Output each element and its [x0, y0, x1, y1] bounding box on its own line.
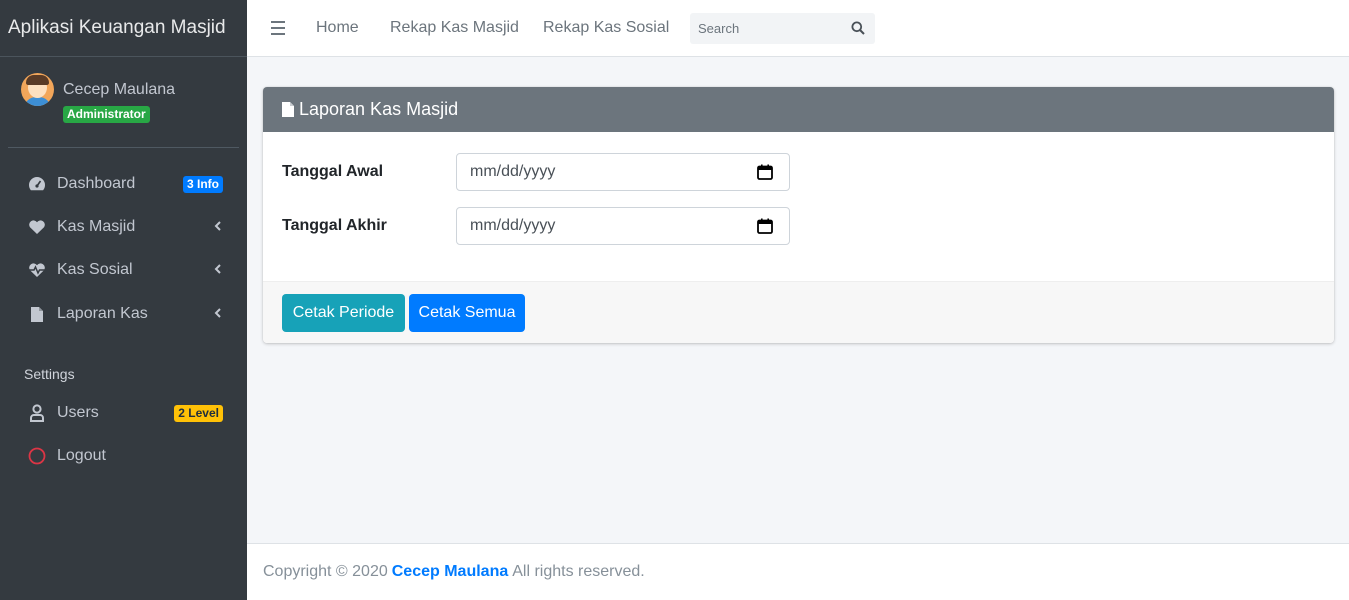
start-date-row: Tanggal Awal mm/dd/yyyy: [282, 153, 790, 191]
role-badge: Administrator: [63, 106, 150, 123]
nav-link-rekap-kas-masjid[interactable]: Rekap Kas Masjid: [390, 19, 519, 37]
card-header: Laporan Kas Masjid: [263, 87, 1334, 132]
sidebar-item-label: Logout: [57, 447, 106, 464]
level-badge: 2 Level: [174, 405, 223, 422]
author-link[interactable]: Cecep Maulana: [392, 563, 508, 581]
sidebar-item-logout[interactable]: Logout: [8, 436, 239, 476]
menu-toggle-icon[interactable]: [271, 21, 285, 39]
sidebar-item-label: Dashboard: [57, 175, 136, 192]
report-card: Laporan Kas Masjid Tanggal Awal mm/dd/yy…: [263, 87, 1334, 343]
sidebar-item-label: Users: [57, 404, 99, 421]
calendar-icon[interactable]: [757, 164, 773, 185]
card-title: Laporan Kas Masjid: [299, 99, 459, 119]
start-date-label: Tanggal Awal: [282, 163, 384, 180]
search-box: [690, 13, 875, 44]
end-date-row: Tanggal Akhir mm/dd/yyyy: [282, 207, 790, 245]
sidebar-item-laporan-kas[interactable]: Laporan Kas: [8, 294, 239, 334]
date-placeholder: mm/dd/yyyy: [470, 217, 556, 234]
search-icon[interactable]: [851, 21, 865, 40]
user-panel: Cecep Maulana Administrator: [8, 57, 239, 148]
user-icon: [25, 404, 49, 422]
sidebar-item-label: Kas Sosial: [57, 261, 133, 278]
sidebar-item-kas-sosial[interactable]: Kas Sosial: [8, 250, 239, 290]
page-footer: Copyright © 2020 Cecep Maulana All right…: [247, 543, 1349, 600]
sidebar-item-kas-masjid[interactable]: Kas Masjid: [8, 207, 239, 247]
search-input[interactable]: [690, 13, 840, 44]
chevron-left-icon: [214, 219, 222, 237]
print-all-button[interactable]: Cetak Semua: [409, 294, 525, 332]
dashboard-icon: [25, 175, 49, 193]
heartbeat-icon: [25, 261, 49, 279]
sidebar-item-users[interactable]: Users 2 Level: [8, 393, 239, 433]
chevron-left-icon: [214, 306, 222, 324]
sidebar-item-label: Kas Masjid: [57, 218, 136, 235]
end-date-label: Tanggal Akhir: [282, 217, 387, 234]
top-navbar: Home Rekap Kas Masjid Rekap Kas Sosial: [247, 0, 1349, 57]
date-placeholder: mm/dd/yyyy: [470, 163, 556, 180]
heart-icon: [25, 218, 49, 236]
start-date-input[interactable]: mm/dd/yyyy: [456, 153, 790, 191]
info-badge: 3 Info: [183, 176, 223, 193]
copyright-text: Copyright © 2020: [263, 563, 388, 580]
circle-icon: [25, 447, 49, 465]
chevron-left-icon: [214, 262, 222, 280]
avatar[interactable]: [21, 73, 54, 106]
nav-link-home[interactable]: Home: [316, 19, 359, 37]
sidebar: Aplikasi Keuangan Masjid Cecep Maulana A…: [0, 0, 247, 600]
user-name[interactable]: Cecep Maulana: [63, 81, 175, 99]
sidebar-item-dashboard[interactable]: Dashboard 3 Info: [8, 164, 239, 204]
card-footer: Cetak Periode Cetak Semua: [263, 281, 1334, 343]
calendar-icon[interactable]: [757, 218, 773, 239]
file-icon: [25, 305, 49, 323]
end-date-input[interactable]: mm/dd/yyyy: [456, 207, 790, 245]
rights-text: All rights reserved.: [512, 563, 645, 580]
file-icon: [281, 101, 295, 118]
nav-link-rekap-kas-sosial[interactable]: Rekap Kas Sosial: [543, 19, 669, 37]
sidebar-item-label: Laporan Kas: [57, 305, 148, 322]
brand-title[interactable]: Aplikasi Keuangan Masjid: [0, 0, 247, 57]
print-period-button[interactable]: Cetak Periode: [282, 294, 405, 332]
settings-header: Settings: [24, 366, 75, 382]
